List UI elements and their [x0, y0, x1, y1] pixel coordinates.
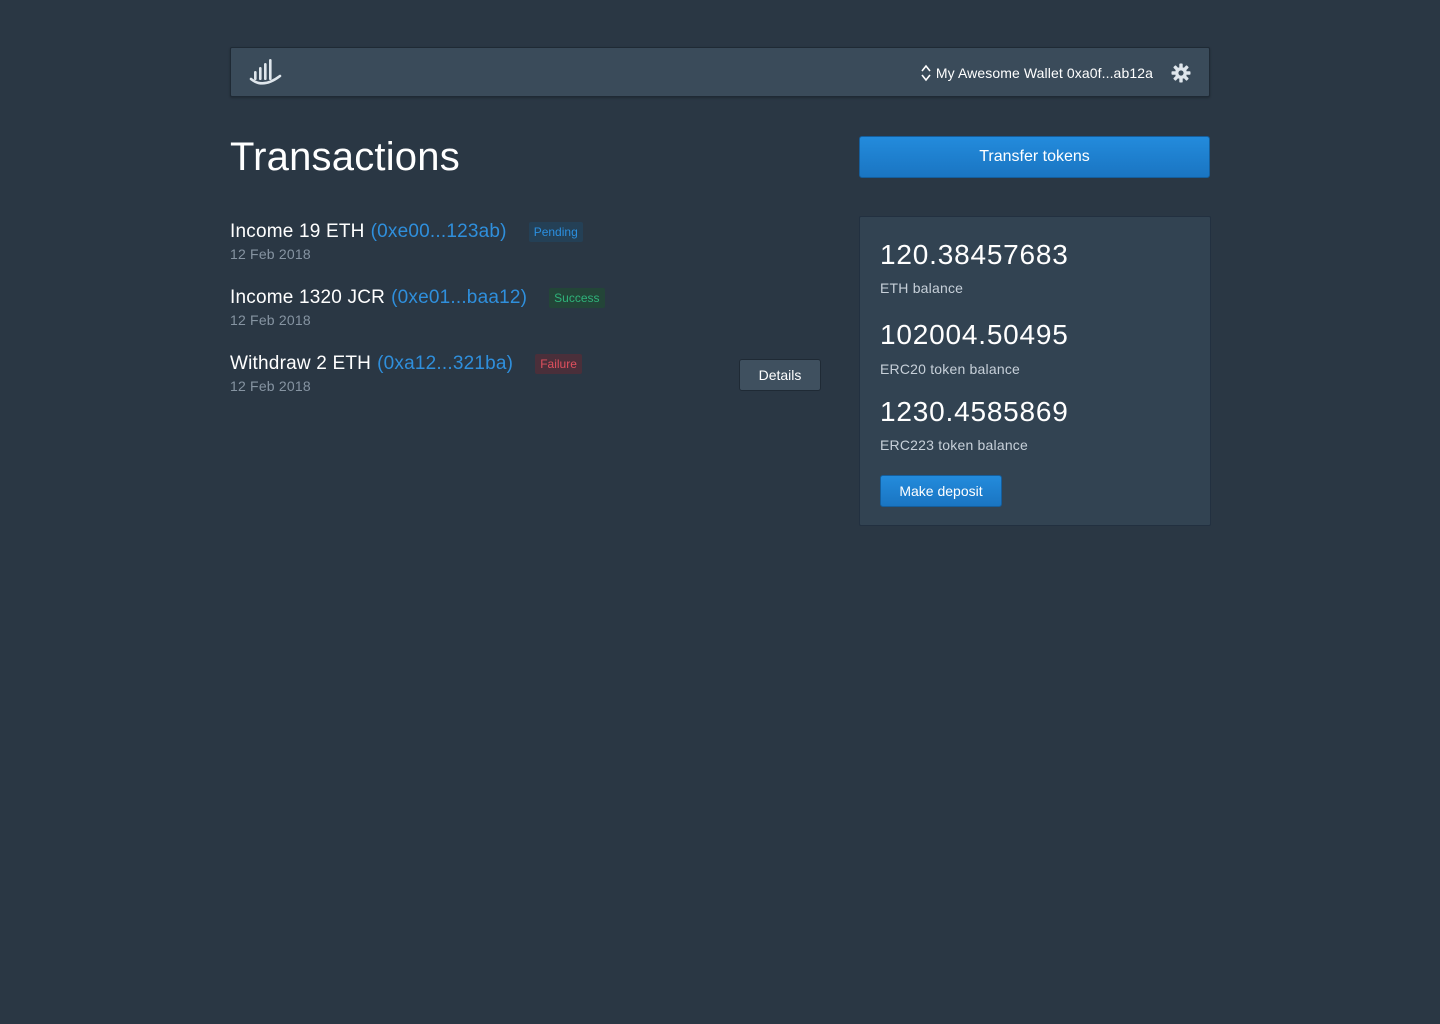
status-badge: Failure: [535, 354, 582, 374]
transfer-tokens-button[interactable]: Transfer tokens: [859, 136, 1210, 178]
eth-balance-label: ETH balance: [880, 280, 964, 296]
status-badge: Success: [549, 288, 605, 308]
eth-balance-value: 120.38457683: [880, 239, 1069, 270]
transaction-title: Income 1320 JCR: [230, 287, 386, 308]
details-button[interactable]: Details: [739, 359, 821, 391]
sort-arrows-icon: [921, 64, 931, 82]
transaction-hash-link[interactable]: (0xe00...123ab): [371, 221, 507, 243]
transaction-date: 12 Feb 2018: [230, 246, 311, 262]
transaction-item[interactable]: Income 1320 JCR (0xe01...baa12) Success …: [230, 285, 830, 335]
erc223-balance-value: 1230.4585869: [880, 396, 1069, 427]
erc20-balance-value: 102004.50495: [880, 319, 1069, 350]
transaction-date: 12 Feb 2018: [230, 312, 311, 328]
wallet-selector[interactable]: My Awesome Wallet 0xa0f...ab12a: [920, 62, 1153, 84]
erc223-balance-label: ERC223 token balance: [880, 437, 1028, 453]
transaction-hash-link[interactable]: (0xe01...baa12): [391, 287, 527, 309]
page-title: Transactions: [230, 135, 460, 179]
transaction-item[interactable]: Income 19 ETH (0xe00...123ab) Pending 12…: [230, 219, 830, 269]
logo-icon[interactable]: [249, 58, 283, 88]
gear-icon[interactable]: [1171, 63, 1191, 83]
wallet-label: My Awesome Wallet 0xa0f...ab12a: [935, 65, 1153, 81]
top-bar: My Awesome Wallet 0xa0f...ab12a: [230, 47, 1210, 97]
erc20-balance-label: ERC20 token balance: [880, 361, 1020, 377]
transaction-hash-link[interactable]: (0xa12...321ba): [377, 353, 513, 375]
status-badge: Pending: [528, 222, 583, 242]
balance-panel: 120.38457683 ETH balance 102004.50495 ER…: [859, 216, 1211, 526]
transaction-title: Income 19 ETH: [230, 221, 365, 242]
transaction-title: Withdraw 2 ETH: [230, 353, 372, 374]
make-deposit-button[interactable]: Make deposit: [880, 475, 1002, 507]
